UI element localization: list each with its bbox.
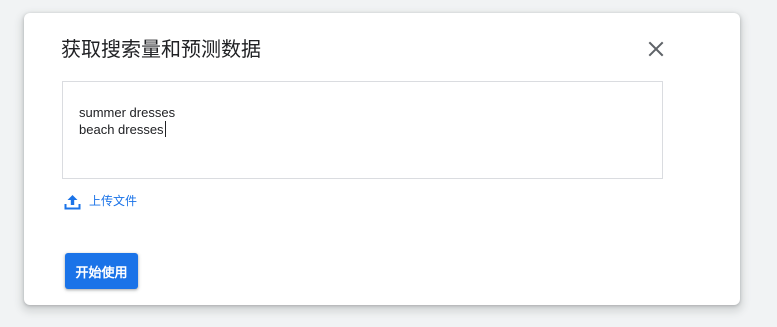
upload-file-label: 上传文件 (89, 194, 138, 208)
close-icon (648, 41, 664, 57)
upload-icon (64, 194, 81, 209)
keyword-line: beach dresses (79, 122, 164, 137)
dialog: 获取搜索量和预测数据 summer dresses beach dresses … (24, 13, 740, 305)
keywords-textarea[interactable]: summer dresses beach dresses (62, 81, 663, 179)
upload-file-link[interactable]: 上传文件 (64, 193, 137, 210)
text-caret (164, 121, 166, 137)
keyword-line: summer dresses (79, 105, 176, 120)
start-button[interactable]: 开始使用 (65, 253, 138, 289)
keyword-line-with-caret: beach dresses (79, 121, 646, 138)
close-button[interactable] (644, 37, 668, 61)
dialog-title: 获取搜索量和预测数据 (61, 37, 261, 61)
